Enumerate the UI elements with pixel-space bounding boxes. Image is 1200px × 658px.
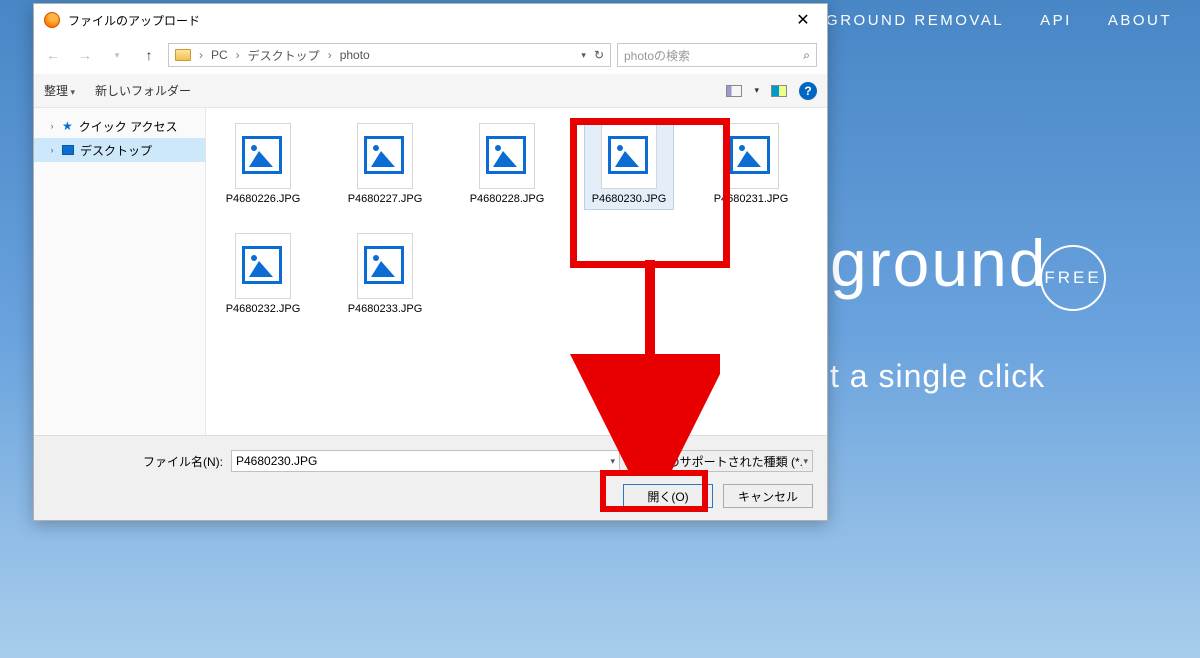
file-item[interactable]: P4680231.JPG <box>706 118 796 210</box>
nav-link-removal[interactable]: GROUND REMOVAL <box>826 12 1004 29</box>
sidebar-item-label: クイック アクセス <box>79 118 178 135</box>
dialog-titlebar: ファイルのアップロード ✕ <box>34 4 827 36</box>
file-label: P4680228.JPG <box>470 193 545 205</box>
file-label: P4680233.JPG <box>348 303 423 315</box>
file-item[interactable]: P4680228.JPG <box>462 118 552 210</box>
chevron-right-icon: › <box>199 48 203 62</box>
refresh-icon[interactable]: ↻ <box>594 48 604 62</box>
file-pane[interactable]: P4680226.JPG P4680227.JPG P4680228.JPG P… <box>206 108 827 435</box>
breadcrumb-photo[interactable]: photo <box>340 48 370 62</box>
chevron-right-icon: › <box>48 145 56 155</box>
file-thumb-icon <box>479 123 535 189</box>
dialog-title: ファイルのアップロード <box>68 12 200 29</box>
chevron-right-icon: › <box>48 121 56 131</box>
file-item[interactable]: P4680233.JPG <box>340 228 430 320</box>
filename-label: ファイル名(N): <box>48 453 223 470</box>
dialog-navrow: ← → ▾ ↑ › PC › デスクトップ › photo ▾ ↻ photoの… <box>34 36 827 74</box>
cancel-button[interactable]: キャンセル <box>723 484 813 508</box>
file-label: P4680232.JPG <box>226 303 301 315</box>
filetype-label: すべてのサポートされた種類 (*.jpg;* <box>633 453 803 470</box>
search-input[interactable]: photoの検索 ⌕ <box>617 43 817 67</box>
star-icon: ★ <box>62 119 73 133</box>
sidebar: › ★ クイック アクセス › デスクトップ <box>34 108 206 435</box>
breadcrumb-desktop[interactable]: デスクトップ <box>248 47 320 64</box>
sidebar-item-desktop[interactable]: › デスクトップ <box>34 138 205 162</box>
file-label: P4680226.JPG <box>226 193 301 205</box>
file-thumb-icon <box>235 233 291 299</box>
desktop-icon <box>62 145 74 155</box>
site-nav: GROUND REMOVAL API ABOUT <box>826 12 1172 29</box>
chevron-down-icon[interactable]: ▾ <box>581 50 586 61</box>
folder-icon <box>175 49 191 61</box>
preview-pane-button[interactable] <box>771 85 787 97</box>
open-button[interactable]: 開く(O) <box>623 484 713 508</box>
recent-dropdown-icon[interactable]: ▾ <box>104 50 130 61</box>
back-button[interactable]: ← <box>40 47 66 63</box>
forward-button[interactable]: → <box>72 47 98 63</box>
new-folder-button[interactable]: 新しいフォルダー <box>95 82 191 99</box>
file-item-selected[interactable]: P4680230.JPG <box>584 118 674 210</box>
filename-input-value: P4680230.JPG <box>236 454 317 468</box>
up-button[interactable]: ↑ <box>136 47 162 63</box>
nav-link-api[interactable]: API <box>1040 12 1072 29</box>
view-icons-button[interactable] <box>726 85 742 97</box>
filetype-select[interactable]: すべてのサポートされた種類 (*.jpg;* ▾ <box>628 450 813 472</box>
free-badge: FREE <box>1040 245 1106 311</box>
file-item[interactable]: P4680226.JPG <box>218 118 308 210</box>
sidebar-item-label: デスクトップ <box>80 142 152 159</box>
filename-input[interactable]: P4680230.JPG ▾ <box>231 450 620 472</box>
chevron-down-icon[interactable]: ▾ <box>610 456 615 467</box>
breadcrumb[interactable]: › PC › デスクトップ › photo ▾ ↻ <box>168 43 611 67</box>
hero-title-fragment: ground <box>830 230 1200 296</box>
chevron-right-icon: › <box>236 48 240 62</box>
file-thumb-icon <box>601 123 657 189</box>
file-label: P4680227.JPG <box>348 193 423 205</box>
hero-subtitle-fragment: t a single click <box>830 358 1045 395</box>
help-icon[interactable]: ? <box>799 82 817 100</box>
dialog-footer: ファイル名(N): P4680230.JPG ▾ すべてのサポートされた種類 (… <box>34 435 827 520</box>
file-thumb-icon <box>723 123 779 189</box>
chevron-down-icon[interactable]: ▾ <box>754 85 759 96</box>
file-item[interactable]: P4680227.JPG <box>340 118 430 210</box>
chevron-down-icon: ▾ <box>803 456 808 467</box>
close-button[interactable]: ✕ <box>785 10 821 30</box>
search-placeholder: photoの検索 <box>624 47 797 64</box>
file-thumb-icon <box>357 123 413 189</box>
nav-link-about[interactable]: ABOUT <box>1108 12 1172 29</box>
file-item[interactable]: P4680232.JPG <box>218 228 308 320</box>
file-thumb-icon <box>235 123 291 189</box>
file-upload-dialog: ファイルのアップロード ✕ ← → ▾ ↑ › PC › デスクトップ › ph… <box>33 3 828 521</box>
breadcrumb-pc[interactable]: PC <box>211 48 228 62</box>
chevron-right-icon: › <box>328 48 332 62</box>
dialog-toolbar: 整理 新しいフォルダー ▾ ? <box>34 74 827 108</box>
firefox-icon <box>44 12 60 28</box>
file-label: P4680231.JPG <box>714 193 789 205</box>
search-icon: ⌕ <box>803 48 810 63</box>
file-label: P4680230.JPG <box>592 193 667 205</box>
sidebar-item-quick-access[interactable]: › ★ クイック アクセス <box>34 114 205 138</box>
organize-button[interactable]: 整理 <box>44 82 75 99</box>
file-thumb-icon <box>357 233 413 299</box>
